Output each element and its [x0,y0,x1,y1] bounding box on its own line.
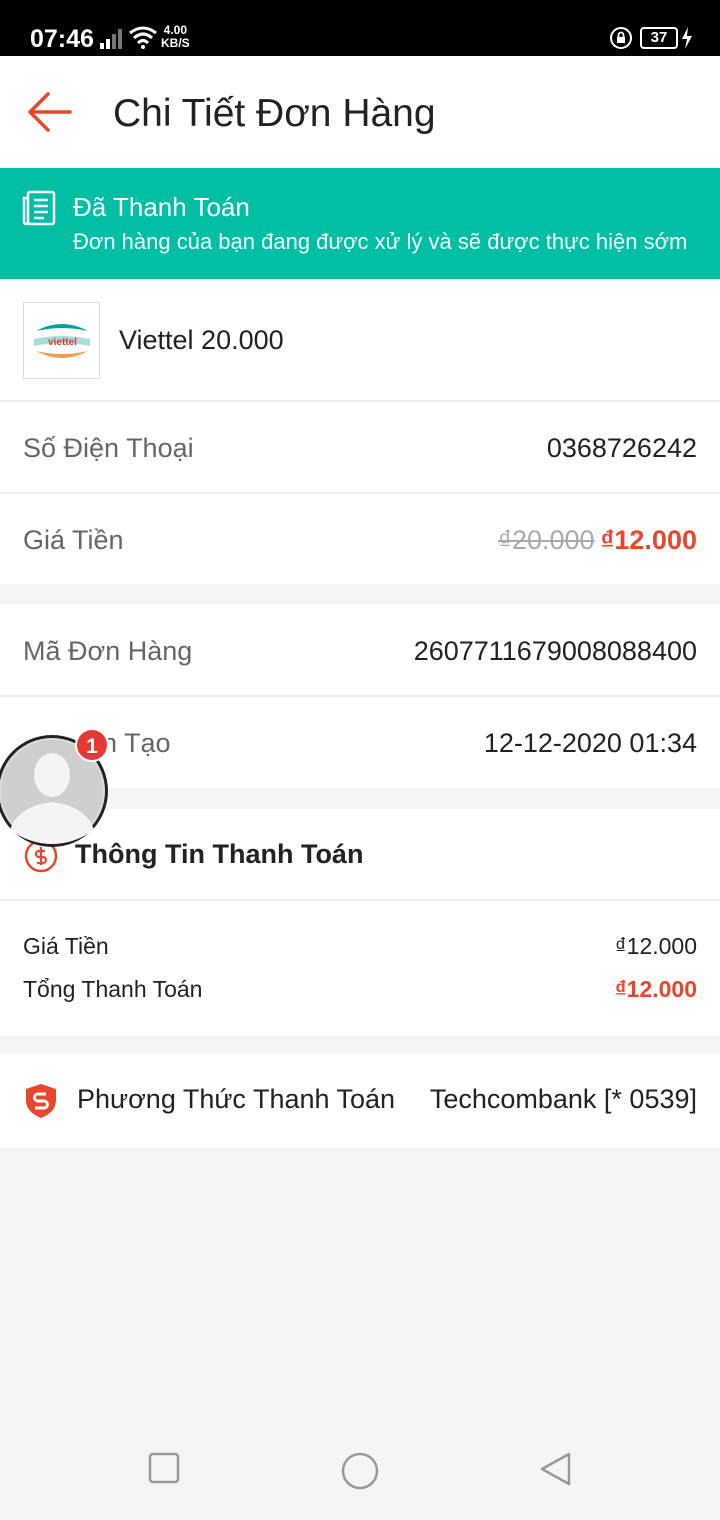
shield-icon [26,1084,56,1118]
order-id-value: 2607711679008088400 [413,636,697,666]
payment-price-label: Giá Tiền [23,933,109,959]
header: Chi Tiết Đơn Hàng [0,56,720,168]
viettel-logo: viettel [34,324,90,358]
original-price: ₫20.000 [498,525,595,555]
viettel-logo-text: viettel [48,337,77,348]
phone-label: Số Điện Thoại [23,433,194,463]
status-bar: 07:46 4.00 KB/S 37 [0,0,720,56]
discounted-price: ₫12.000 [600,525,697,555]
network-speed: 4.00 KB/S [161,24,190,50]
page-title: Chi Tiết Đơn Hàng [113,92,436,135]
battery-level: 37 [640,27,678,49]
payment-price-value: ₫12.000 [614,933,697,959]
price-value: ₫20.000 ₫12.000 [498,525,697,556]
order-id-label: Mã Đơn Hàng [23,636,193,666]
back-button[interactable] [538,1451,574,1487]
rotation-lock-icon [610,27,632,49]
product-name: Viettel 20.000 [119,325,284,355]
payment-method-label: Phương Thức Thanh Toán [77,1084,396,1114]
network-speed-unit: KB/S [161,36,190,50]
payment-total-value: ₫12.000 [614,976,697,1002]
charging-icon [682,27,692,49]
divider [0,695,720,697]
signal-icon [100,29,122,49]
status-time: 07:46 [30,25,94,53]
wifi-icon [129,26,157,49]
system-nav-bar [0,1424,720,1520]
divider [0,492,720,494]
recent-apps-button[interactable] [147,1451,181,1485]
order-status-subtitle: Đơn hàng của bạn đang được xử lý và sẽ đ… [73,229,688,254]
order-status-title: Đã Thanh Toán [73,192,250,222]
payment-info-title: Thông Tin Thanh Toán [75,839,364,869]
back-arrow-icon[interactable] [22,86,78,138]
divider [0,899,720,901]
payment-method-value: Techcombank [* 0539] [429,1084,697,1114]
payment-total-label: Tổng Thanh Toán [23,976,203,1002]
divider [0,400,720,402]
phone-value: 0368726242 [546,433,697,463]
product-thumbnail: viettel [23,302,100,379]
price-label: Giá Tiền [23,525,124,555]
order-status-banner: Đã Thanh Toán Đơn hàng của bạn đang được… [0,168,720,279]
receipt-icon [22,190,56,226]
chat-notification-badge: 1 [75,728,109,762]
home-button[interactable] [340,1451,380,1491]
created-time-value: 12-12-2020 01:34 [483,728,697,758]
